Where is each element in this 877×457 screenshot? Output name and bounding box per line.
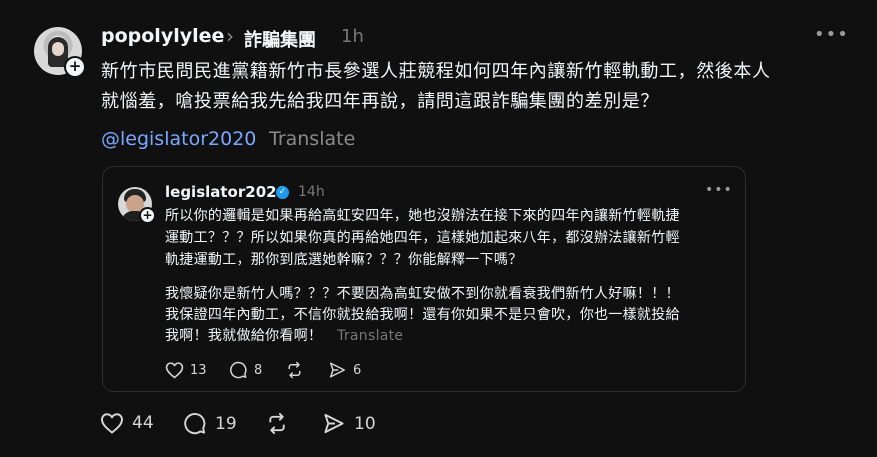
quoted-repost-button[interactable]	[285, 361, 304, 379]
heart-icon	[100, 413, 124, 434]
quoted-text: 我啊！我就做給你看啊！	[165, 328, 323, 344]
comment-icon	[184, 413, 206, 435]
mention-link[interactable]: @legislator2020	[101, 128, 256, 150]
quoted-share-button[interactable]: 6	[328, 361, 361, 379]
post-username[interactable]: popolylylee	[101, 25, 224, 47]
quoted-text-line: 運動工？？？所以如果你真的再給她四年，這樣她加起來八年，都沒辦法讓新竹輕	[165, 230, 680, 246]
quoted-comment-button[interactable]: 8	[229, 361, 262, 379]
quoted-comment-count: 8	[254, 362, 263, 378]
avatar-face	[52, 42, 64, 56]
comment-button[interactable]: 19	[183, 412, 237, 435]
quoted-text-line: 所以你的邏輯是如果再給高虹安四年，她也沒辦法在接下來的四年內讓新竹輕軌捷	[165, 208, 680, 224]
translate-link[interactable]: Translate	[269, 128, 355, 150]
post-text-line-1: 新竹市民問民進黨籍新竹市長參選人莊競程如何四年內讓新竹輕軌動工，然後本人	[101, 61, 771, 82]
post-group-link[interactable]: 詐騙集團	[244, 26, 316, 52]
share-count: 10	[354, 413, 376, 434]
quoted-share-count: 6	[353, 362, 362, 378]
comment-count: 19	[215, 413, 237, 434]
quoted-like-button[interactable]: 13	[165, 361, 207, 379]
more-icon[interactable]: •••	[814, 24, 849, 45]
quoted-username[interactable]: legislator2020	[165, 183, 287, 201]
quoted-text-line: 我懷疑你是新竹人嗎？？？不要因為高虹安做不到你就看衰我們新竹人好嘛！！！	[165, 286, 680, 302]
quoted-time: 14h	[298, 184, 325, 200]
post-text-line-2: 就惱羞，嗆投票給我先給我四年再說，請問這跟詐騙集團的差別是？	[101, 91, 659, 112]
post-time: 1h	[341, 26, 364, 47]
quoted-text-line-last: 我啊！我就做給你看啊！ Translate	[165, 326, 403, 347]
follow-plus-icon[interactable]: +	[139, 207, 156, 224]
quoted-text-line: 軌捷運動工，那你到底選她幹嘛？？？你能解釋一下嗎？	[165, 252, 523, 268]
repost-icon	[288, 361, 301, 379]
quoted-text-line: 我保證四年內動工，不信你就投給我啊！還有你如果不是只會吹，你也一樣就投給	[165, 307, 680, 323]
more-icon[interactable]: •••	[705, 182, 733, 198]
quoted-translate-link[interactable]: Translate	[337, 328, 403, 344]
like-count: 44	[132, 413, 154, 433]
share-icon	[324, 413, 344, 434]
heart-icon	[165, 362, 184, 379]
share-icon	[330, 362, 345, 378]
like-button[interactable]: 44	[100, 412, 154, 434]
chevron-right-icon: ›	[226, 24, 234, 48]
verified-icon: ✓	[276, 186, 289, 199]
repost-button[interactable]	[265, 412, 289, 435]
repost-icon	[269, 412, 285, 435]
share-button[interactable]: 10	[322, 412, 376, 435]
quoted-like-count: 13	[190, 362, 207, 378]
follow-plus-icon[interactable]: +	[64, 56, 86, 78]
comment-icon	[230, 361, 247, 379]
